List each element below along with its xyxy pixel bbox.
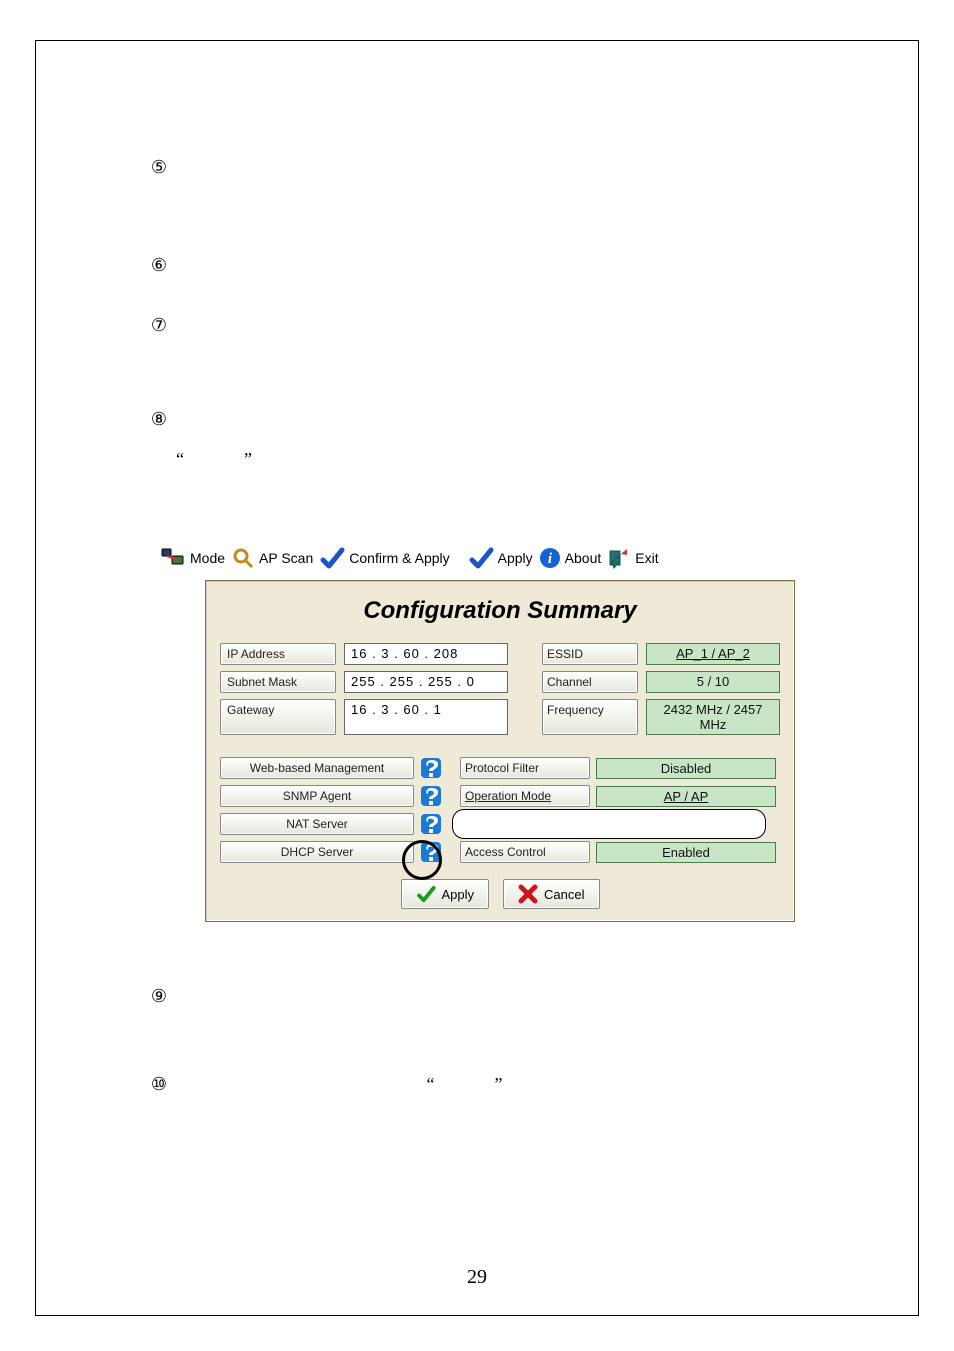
- marker-8: ⑧: [148, 407, 170, 431]
- label-ip: IP Address: [220, 643, 336, 665]
- panel-apply-label: Apply: [442, 887, 475, 902]
- value-access: Enabled: [596, 842, 776, 863]
- label-nat: NAT Server: [220, 813, 414, 835]
- label-dhcp: DHCP Server: [220, 841, 414, 863]
- item-8-quotes: “”: [148, 449, 874, 470]
- label-freq: Frequency: [542, 699, 638, 735]
- value-freq: 2432 MHz / 2457 MHz: [646, 699, 780, 735]
- item-8: ⑧: [148, 407, 874, 431]
- marker-6: ⑥: [148, 253, 170, 277]
- config-summary-panel: Configuration Summary IP Address 16 . 3 …: [205, 580, 795, 922]
- confirm-apply-button[interactable]: Confirm & Apply: [319, 545, 449, 571]
- help-icon-dhcp[interactable]: [420, 841, 442, 863]
- help-icon-snmp[interactable]: [420, 785, 442, 807]
- check-icon: [468, 545, 494, 571]
- row-dhcp: DHCP Server Access Control Enabled: [220, 841, 780, 863]
- row-web: Web-based Management Protocol Filter Dis…: [220, 757, 780, 779]
- label-channel: Channel: [542, 671, 638, 693]
- row-ip: IP Address 16 . 3 . 60 . 208 ESSID AP_1 …: [220, 643, 780, 665]
- open-quote: “: [176, 449, 244, 469]
- label-opmode[interactable]: Operation Mode: [460, 785, 590, 807]
- about-label: About: [565, 550, 602, 566]
- cross-icon: [518, 884, 538, 904]
- panel-apply-button[interactable]: Apply: [401, 879, 490, 909]
- callout-bubble: [452, 809, 766, 839]
- label-web: Web-based Management: [220, 757, 414, 779]
- item-10: ⑩ “ ”: [148, 1072, 874, 1096]
- value-opmode[interactable]: AP / AP: [596, 786, 776, 807]
- marker-7: ⑦: [148, 313, 170, 337]
- row-nat: NAT Server: [220, 813, 780, 835]
- devices-icon: [160, 545, 186, 571]
- marker-9: ⑨: [148, 984, 170, 1008]
- toolbar: Mode AP Scan Confirm & Apply Apply i Abo…: [160, 540, 860, 576]
- apscan-label: AP Scan: [259, 550, 313, 566]
- search-icon: [231, 546, 255, 570]
- check-icon: [416, 884, 436, 904]
- marker-10: ⑩: [148, 1072, 170, 1096]
- mode-button[interactable]: Mode: [160, 545, 225, 571]
- confirm-label: Confirm & Apply: [349, 550, 449, 566]
- label-essid: ESSID: [542, 643, 638, 665]
- services-block: Web-based Management Protocol Filter Dis…: [220, 757, 780, 863]
- value-proto: Disabled: [596, 758, 776, 779]
- exit-label: Exit: [635, 550, 658, 566]
- mode-label: Mode: [190, 550, 225, 566]
- value-gw: 16 . 3 . 60 . 1: [344, 699, 508, 735]
- help-icon-web[interactable]: [420, 757, 442, 779]
- exit-button[interactable]: Exit: [607, 546, 658, 570]
- value-essid[interactable]: AP_1 / AP_2: [646, 643, 780, 665]
- close-quote: ”: [244, 449, 312, 469]
- info-icon: i: [539, 547, 561, 569]
- label-proto: Protocol Filter: [460, 757, 590, 779]
- value-channel: 5 / 10: [646, 671, 780, 693]
- item-7: ⑦: [148, 313, 874, 337]
- panel-cancel-button[interactable]: Cancel: [503, 879, 599, 909]
- lower-enum-block: ⑨ ⑩ “ ”: [148, 984, 874, 1096]
- row-snmp: SNMP Agent Operation Mode AP / AP: [220, 785, 780, 807]
- label-snmp: SNMP Agent: [220, 785, 414, 807]
- close-quote-10: ”: [495, 1074, 503, 1094]
- help-icon-nat[interactable]: [420, 813, 442, 835]
- value-ip: 16 . 3 . 60 . 208: [344, 643, 508, 665]
- item-6: ⑥: [148, 253, 874, 277]
- page-number: 29: [0, 1266, 954, 1289]
- label-gw: Gateway: [220, 699, 336, 735]
- apscan-button[interactable]: AP Scan: [231, 546, 313, 570]
- item-9: ⑨: [148, 984, 874, 1008]
- row-gw: Gateway 16 . 3 . 60 . 1 Frequency 2432 M…: [220, 699, 780, 735]
- panel-button-row: Apply Cancel: [220, 879, 780, 909]
- marker-5: ⑤: [148, 155, 170, 179]
- panel-cancel-label: Cancel: [544, 887, 584, 902]
- about-button[interactable]: i About: [539, 547, 602, 569]
- value-mask: 255 . 255 . 255 . 0: [344, 671, 508, 693]
- item-5: ⑤: [148, 155, 874, 179]
- apply-label: Apply: [498, 550, 533, 566]
- open-quote-10: “: [427, 1074, 435, 1094]
- row-mask: Subnet Mask 255 . 255 . 255 . 0 Channel …: [220, 671, 780, 693]
- label-access: Access Control: [460, 841, 590, 863]
- page: ⑤ ⑥ ⑦ ⑧ “” Mode AP Scan Confirm & Apply …: [0, 0, 954, 1351]
- exit-icon: [607, 546, 631, 570]
- check-icon: [319, 545, 345, 571]
- apply-button[interactable]: Apply: [468, 545, 533, 571]
- panel-title: Configuration Summary: [220, 597, 780, 625]
- label-mask: Subnet Mask: [220, 671, 336, 693]
- upper-enum-block: ⑤ ⑥ ⑦ ⑧ “”: [148, 155, 874, 488]
